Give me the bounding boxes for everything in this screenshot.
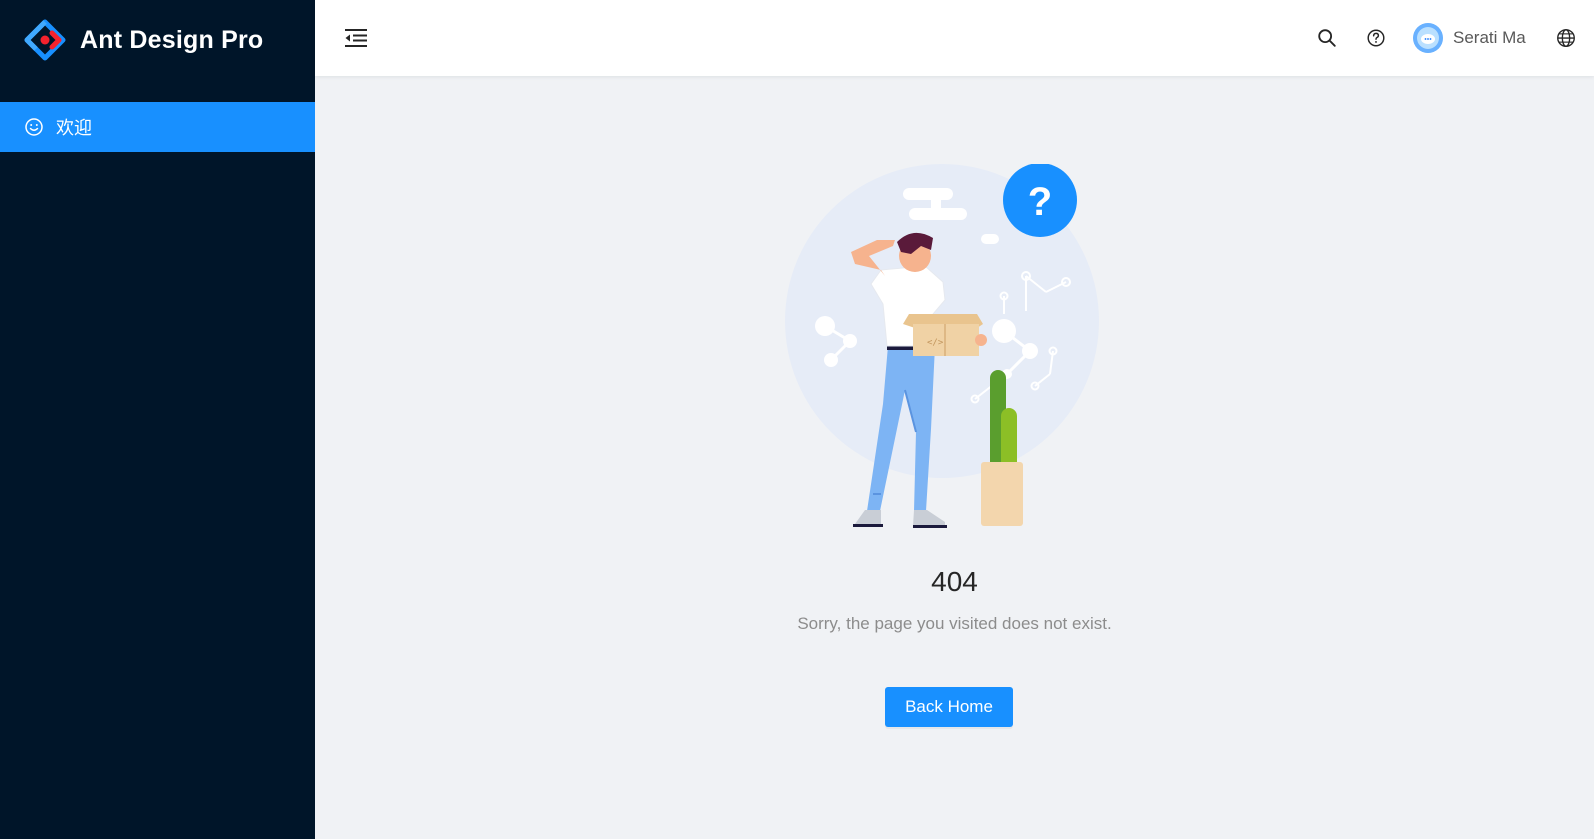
error-subtitle: Sorry, the page you visited does not exi… (797, 614, 1112, 633)
ant-design-logo-icon (24, 19, 66, 61)
error-status-code: 404 (931, 566, 978, 597)
person-holding-box-illustration: ? </> (785, 164, 1099, 528)
logo[interactable]: Ant Design Pro (24, 18, 263, 62)
back-home-button[interactable]: Back Home (885, 687, 1013, 727)
sidebar: Ant Design Pro 欢迎 (0, 0, 315, 839)
app-title: Ant Design Pro (80, 25, 264, 54)
user-name: Serati Ma (1453, 28, 1526, 47)
user-menu[interactable]: Serati Ma (1413, 22, 1526, 54)
main-content: ? </> 404 Sorry, the page you visited do… (315, 76, 1594, 839)
app-root: Ant Design Pro 欢迎 Serati Ma ? </> 404 So… (0, 0, 1594, 839)
globe-icon[interactable] (1554, 26, 1578, 50)
question-circle-icon[interactable] (1364, 26, 1388, 50)
sidebar-item-label: 欢迎 (56, 118, 92, 139)
search-icon[interactable] (1315, 26, 1339, 50)
top-header: Serati Ma (315, 0, 1594, 76)
menu-fold-icon[interactable] (344, 26, 368, 50)
sidebar-item-welcome[interactable]: 欢迎 (0, 102, 315, 152)
smile-icon (24, 117, 44, 137)
svg-text:?: ? (1028, 180, 1052, 224)
avatar (1413, 23, 1443, 53)
svg-text:</>: </> (927, 338, 944, 348)
